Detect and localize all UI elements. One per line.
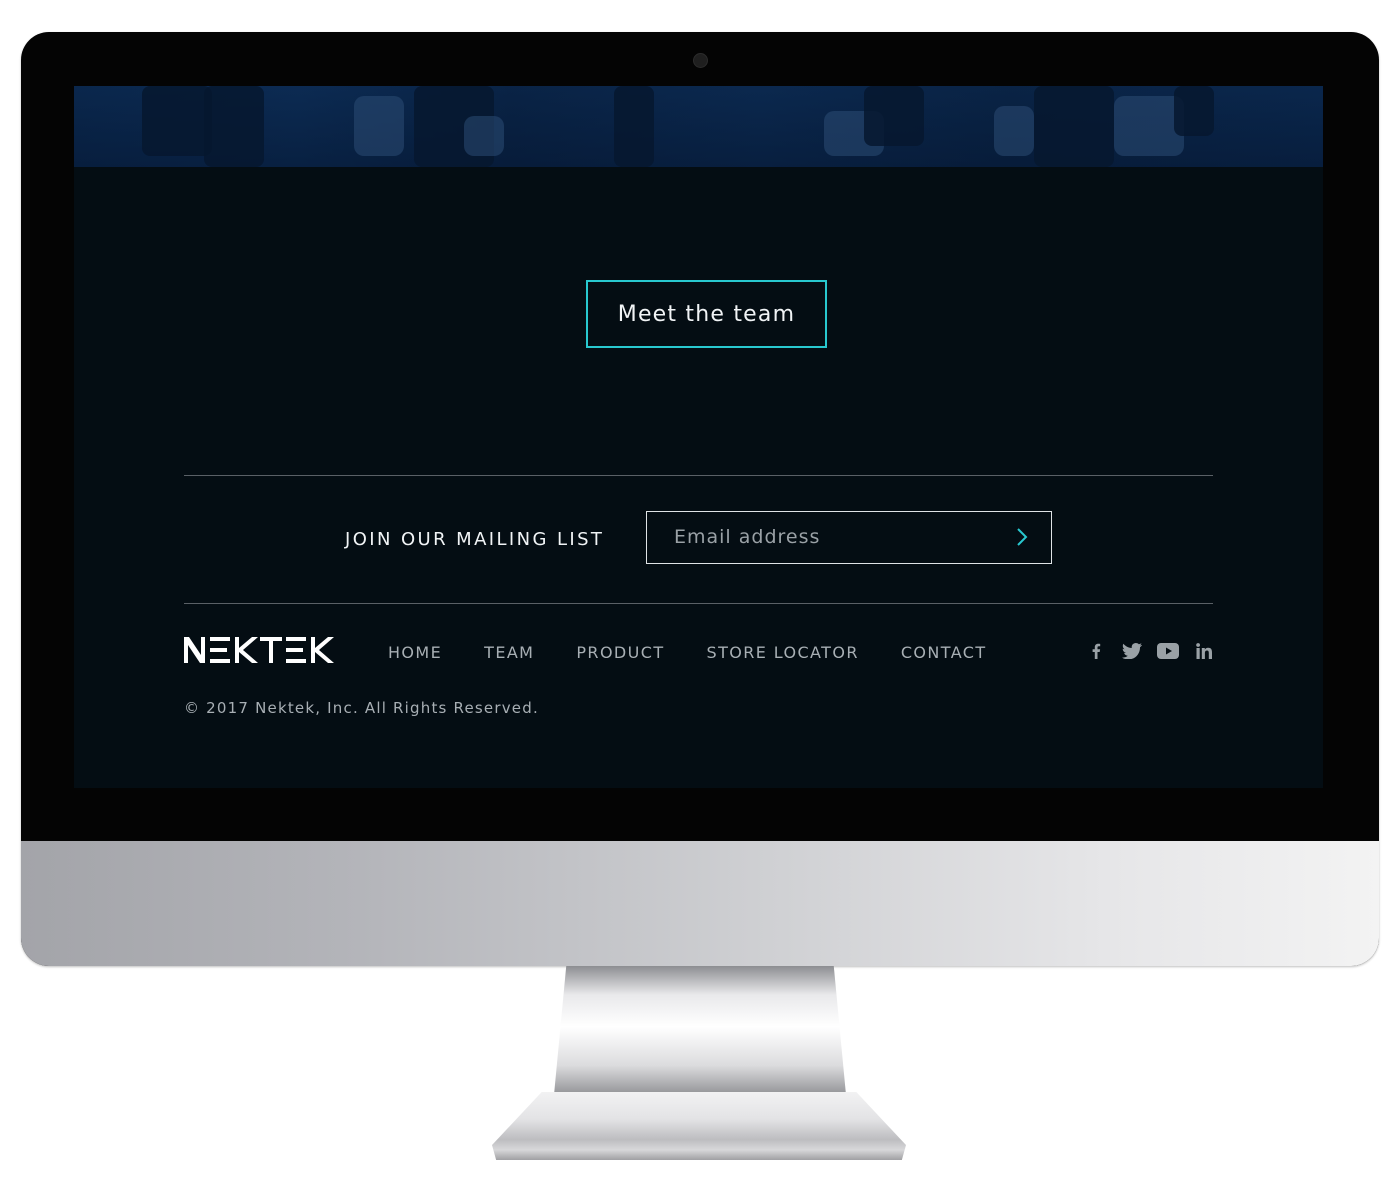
chevron-right-icon[interactable] (1007, 522, 1037, 552)
hero-image-strip (74, 86, 1323, 167)
monitor-chin (21, 841, 1379, 966)
nektek-logo-mark (184, 637, 334, 663)
camera-dot (693, 53, 708, 68)
footer-nav: HOME TEAM PRODUCT STORE LOCATOR CONTACT (388, 643, 1029, 662)
nav-contact[interactable]: CONTACT (901, 643, 987, 662)
linkedin-icon[interactable] (1192, 639, 1216, 663)
meet-the-team-button[interactable]: Meet the team (586, 280, 827, 348)
monitor: Meet the team JOIN OUR MAILING LIST Emai… (21, 32, 1379, 966)
social-links (1084, 639, 1228, 663)
nav-product[interactable]: PRODUCT (576, 643, 664, 662)
mailing-list-label: JOIN OUR MAILING LIST (345, 529, 605, 550)
bottom-divider (184, 603, 1213, 604)
email-signup-form (646, 511, 1052, 564)
email-input[interactable] (647, 512, 987, 562)
top-divider (184, 475, 1213, 476)
copyright-text: © 2017 Nektek, Inc. All Rights Reserved. (184, 699, 539, 717)
nektek-logo[interactable] (184, 637, 336, 663)
twitter-icon[interactable] (1120, 639, 1144, 663)
youtube-icon[interactable] (1156, 639, 1180, 663)
nav-store-locator[interactable]: STORE LOCATOR (707, 643, 859, 662)
nav-team[interactable]: TEAM (484, 643, 534, 662)
screen: Meet the team JOIN OUR MAILING LIST Emai… (74, 86, 1323, 788)
monitor-stand-base (492, 1092, 906, 1160)
nav-home[interactable]: HOME (388, 643, 442, 662)
facebook-icon[interactable] (1084, 639, 1108, 663)
